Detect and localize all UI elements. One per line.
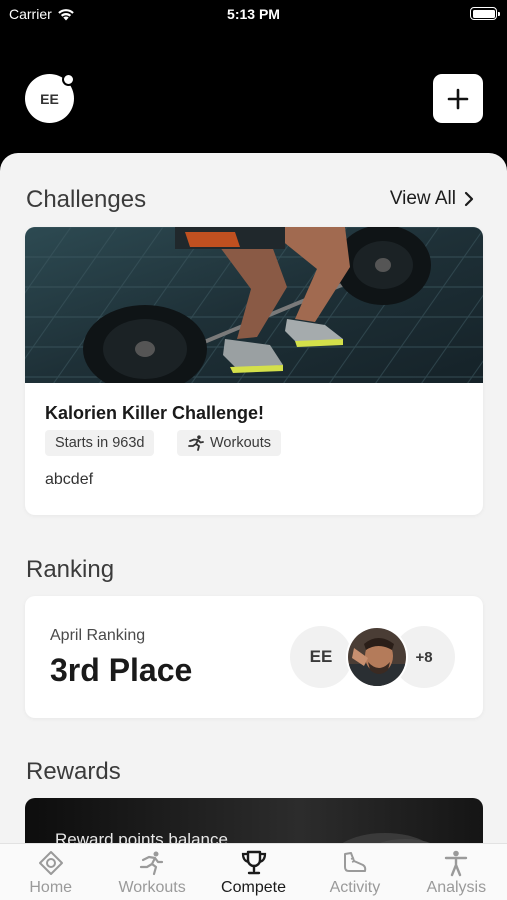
- tab-workouts-label: Workouts: [118, 879, 186, 896]
- challenge-image: [25, 227, 483, 383]
- start-chip-label: Starts in 963d: [55, 435, 145, 451]
- type-chip-label: Workouts: [210, 435, 271, 451]
- ranking-more-label: +8: [415, 648, 433, 666]
- shoe-icon: [343, 852, 367, 872]
- ranking-avatar-photo: [346, 626, 408, 688]
- tab-activity-label: Activity: [329, 879, 381, 896]
- challenge-description: abcdef: [45, 471, 94, 488]
- view-all-link[interactable]: View All: [390, 188, 474, 210]
- running-icon: [188, 435, 204, 451]
- plus-icon: [447, 88, 469, 109]
- challenge-title: Kalorien Killer Challenge!: [45, 403, 265, 423]
- ranking-heading: Ranking: [26, 556, 115, 583]
- view-all-label: View All: [389, 188, 456, 209]
- tab-analysis-label: Analysis: [426, 879, 487, 896]
- weight-plates-graphic: [342, 833, 431, 843]
- add-button[interactable]: [433, 74, 483, 123]
- start-chip: Starts in 963d: [45, 430, 155, 456]
- tab-bar: Home Workouts Compete Activity Analysis: [0, 843, 507, 900]
- trophy-icon: [241, 850, 266, 875]
- tab-compete[interactable]: Compete: [203, 844, 304, 900]
- ranking-place: 3rd Place: [50, 652, 193, 688]
- home-icon: [38, 851, 63, 875]
- battery-icon: [470, 7, 500, 20]
- person-icon: [445, 850, 468, 877]
- tab-compete-label: Compete: [221, 879, 286, 896]
- ranking-period-label: April Ranking: [50, 627, 146, 644]
- challenges-heading: Challenges: [26, 186, 147, 213]
- ranking-avatar-initials: EE: [309, 647, 333, 666]
- rewards-card[interactable]: Reward points balance: [25, 798, 483, 843]
- notification-dot: [62, 73, 75, 86]
- rewards-balance-label: Reward points balance: [55, 830, 228, 843]
- avatar-initials: EE: [40, 90, 59, 107]
- ranking-card[interactable]: April Ranking 3rd Place EE +8: [25, 596, 483, 718]
- tab-analysis[interactable]: Analysis: [406, 844, 507, 900]
- main-sheet: Challenges View All Kalorien Killer Chal…: [0, 153, 507, 843]
- running-icon: [140, 851, 164, 876]
- status-time: 5:13 PM: [227, 6, 280, 22]
- ranking-avatar-user: EE: [290, 626, 352, 688]
- rewards-heading: Rewards: [26, 758, 121, 785]
- tab-home[interactable]: Home: [0, 844, 101, 900]
- tab-workouts[interactable]: Workouts: [101, 844, 202, 900]
- profile-avatar[interactable]: EE: [25, 73, 75, 123]
- chevron-right-icon: [464, 191, 474, 207]
- challenge-card[interactable]: Kalorien Killer Challenge! Starts in 963…: [25, 227, 483, 515]
- type-chip: Workouts: [177, 430, 281, 456]
- tab-home-label: Home: [29, 879, 73, 896]
- avatar-photo-image: [348, 628, 406, 686]
- tab-activity[interactable]: Activity: [304, 844, 405, 900]
- status-bar: Carrier 5:13 PM: [0, 0, 507, 28]
